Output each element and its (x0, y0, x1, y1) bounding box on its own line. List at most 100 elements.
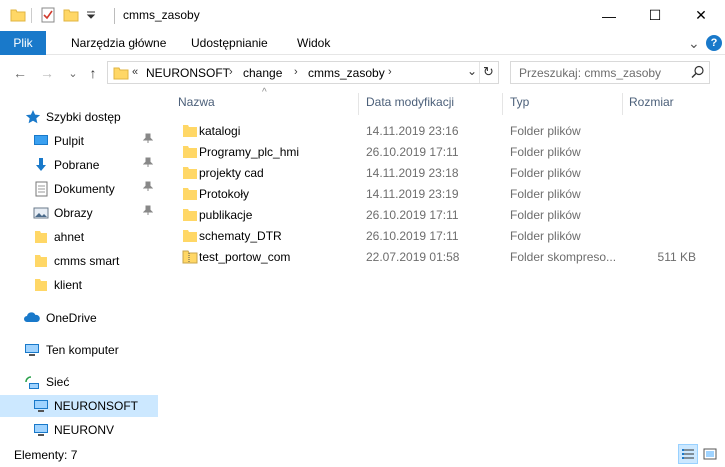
file-row[interactable]: katalogi 14.11.2019 23:16 Folder plików (176, 121, 706, 142)
expand-ribbon-icon[interactable]: ⌄ (688, 31, 700, 55)
computer-icon (33, 398, 49, 414)
sidebar-item-neuronv[interactable]: NEURONV (0, 419, 158, 441)
file-name: Protokoły (199, 187, 250, 201)
details-view-icon (682, 449, 694, 459)
folder-icon (182, 187, 198, 201)
file-name: katalogi (199, 124, 241, 138)
sidebar-item-cmms-smart[interactable]: cmms smart (0, 250, 158, 272)
breadcrumb-overflow[interactable]: « (132, 66, 138, 78)
sidebar-item-label: Ten komputer (46, 343, 119, 357)
details-view-button[interactable] (678, 444, 698, 464)
column-header-type[interactable]: Typ (510, 95, 529, 109)
sidebar-item-onedrive[interactable]: OneDrive (0, 307, 158, 329)
file-date: 14.11.2019 23:18 (366, 166, 459, 180)
breadcrumb-cmms-zasoby[interactable]: cmms_zasoby (308, 66, 385, 80)
sidebar-item-label: ahnet (54, 230, 85, 244)
sidebar-item-obrazy[interactable]: Obrazy (0, 202, 158, 224)
computer-icon (24, 342, 40, 358)
cloud-icon (23, 310, 40, 326)
sidebar-item-label: cmms smart (54, 254, 120, 268)
file-type: Folder skompreso... (510, 250, 617, 264)
status-bar: Elementy: 7 (0, 441, 725, 467)
folder-icon (10, 7, 26, 26)
folder-icon (182, 124, 198, 138)
column-header-size[interactable]: Rozmiar (629, 95, 674, 109)
file-row[interactable]: schematy_DTR 26.10.2019 17:11 Folder pli… (176, 226, 706, 247)
customize-toolbar-icon[interactable] (86, 9, 96, 23)
pin-icon (142, 181, 154, 194)
sidebar-item-label: Pulpit (54, 134, 85, 148)
column-header-date[interactable]: Data modyfikacji (366, 95, 454, 109)
tab-plik[interactable]: Plik (0, 31, 46, 55)
address-dropdown-icon[interactable]: ⌄ (467, 64, 477, 78)
column-divider[interactable] (502, 93, 503, 115)
download-icon (33, 157, 49, 173)
file-row[interactable]: Protokoły 14.11.2019 23:19 Folder plików (176, 184, 706, 205)
file-type: Folder plików (510, 208, 581, 222)
up-button[interactable]: ↑ (84, 64, 102, 82)
file-name: Programy_plc_hmi (199, 145, 300, 159)
back-button[interactable]: ← (11, 64, 29, 82)
column-divider[interactable] (622, 93, 623, 115)
refresh-icon[interactable]: ↻ (483, 64, 494, 80)
properties-icon[interactable] (40, 7, 56, 26)
folder-icon (113, 65, 129, 84)
folder-icon (33, 253, 49, 269)
sidebar-item-neuronsoft[interactable]: NEURONSOFT (0, 395, 158, 417)
file-row[interactable]: projekty cad 14.11.2019 23:18 Folder pli… (176, 163, 706, 184)
sidebar-item-label: Szybki dostęp (46, 110, 121, 124)
search-box[interactable] (510, 61, 710, 84)
maximize-button[interactable]: ☐ (632, 0, 678, 31)
recent-locations-button[interactable]: ⌄ (64, 64, 82, 82)
file-row[interactable]: test_portow_com 22.07.2019 01:58 Folder … (176, 247, 706, 268)
title-divider (114, 8, 115, 24)
large-icons-view-button[interactable] (700, 444, 720, 464)
close-button[interactable]: ✕ (678, 0, 724, 31)
address-divider (479, 62, 480, 83)
sidebar-item-this-pc[interactable]: Ten komputer (0, 339, 158, 361)
column-header-name[interactable]: Nazwa (178, 95, 215, 109)
tab-widok[interactable]: Widok (297, 31, 330, 55)
tab-udostepnianie[interactable]: Udostępnianie (191, 31, 268, 55)
file-size: 511 KB (657, 250, 696, 264)
address-bar[interactable]: « NEURONSOFT › change › cmms_zasoby › ⌄ … (107, 61, 499, 84)
star-icon (25, 109, 41, 125)
pin-icon (142, 205, 154, 218)
sidebar-item-label: OneDrive (46, 311, 97, 325)
search-input[interactable] (511, 62, 671, 83)
folder-icon (182, 229, 198, 243)
search-icon[interactable] (691, 65, 705, 82)
computer-icon (33, 422, 49, 438)
ribbon: Plik Narzędzia główne Udostępnianie Wido… (0, 31, 725, 55)
file-row[interactable]: Programy_plc_hmi 26.10.2019 17:11 Folder… (176, 142, 706, 163)
breadcrumb-separator[interactable]: › (388, 66, 392, 78)
file-date: 26.10.2019 17:11 (366, 229, 459, 243)
breadcrumb-separator[interactable]: › (294, 66, 298, 78)
sidebar-item-pulpit[interactable]: Pulpit (0, 130, 158, 152)
sidebar-item-pobrane[interactable]: Pobrane (0, 154, 158, 176)
file-date: 22.07.2019 01:58 (366, 250, 460, 264)
breadcrumb-change[interactable]: change (243, 66, 282, 80)
sidebar-item-label: Dokumenty (54, 182, 115, 196)
sidebar-item-label: NEURONV (54, 423, 115, 437)
sidebar-item-label: NEURONSOFT (54, 399, 138, 413)
column-divider[interactable] (358, 93, 359, 115)
sidebar-item-label: Pobrane (54, 158, 100, 172)
sidebar-item-dokumenty[interactable]: Dokumenty (0, 178, 158, 200)
sidebar-item-ahnet[interactable]: ahnet (0, 226, 158, 248)
file-row[interactable]: publikacje 26.10.2019 17:11 Folder plikó… (176, 205, 706, 226)
new-folder-icon[interactable] (63, 7, 79, 26)
title-bar: cmms_zasoby — ☐ ✕ (0, 0, 725, 31)
sidebar-item-network[interactable]: Sieć (0, 371, 158, 393)
breadcrumb-separator[interactable]: › (229, 66, 233, 78)
folder-icon (33, 277, 49, 293)
sidebar-item-quick-access[interactable]: Szybki dostęp (0, 106, 158, 128)
file-name: test_portow_com (199, 250, 291, 264)
help-icon[interactable]: ? (706, 35, 722, 51)
tab-narzedzia-glowne[interactable]: Narzędzia główne (71, 31, 166, 55)
sidebar-item-klient[interactable]: klient (0, 274, 158, 296)
breadcrumb-neuronsoft[interactable]: NEURONSOFT (146, 66, 230, 80)
file-name: publikacje (199, 208, 253, 222)
forward-button[interactable]: → (38, 64, 56, 82)
minimize-button[interactable]: — (586, 0, 632, 31)
